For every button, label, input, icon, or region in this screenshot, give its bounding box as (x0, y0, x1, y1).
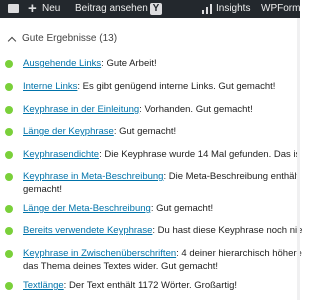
result-text: Keyphrase in Meta-Beschreibung: Die Meta… (23, 171, 299, 184)
new-button[interactable]: Neu (42, 0, 60, 18)
result-text: Keyphrasendichte: Die Keyphrase wurde 14… (23, 149, 300, 162)
result-link[interactable]: Keyphrase in Meta-Beschreibung (23, 171, 163, 182)
good-status-icon (5, 205, 13, 213)
result-link[interactable]: Keyphrase in Zwischenüberschriften (23, 248, 176, 259)
result-description-continued: gemacht! (23, 183, 63, 195)
good-status-icon (5, 60, 13, 68)
result-text: Länge der Keyphrase: Gut gemacht! (23, 126, 176, 139)
result-text: Länge der Meta-Beschreibung: Gut gemacht… (23, 203, 213, 216)
result-text: Keyphrase in Zwischenüberschriften: 4 de… (23, 248, 302, 261)
yoast-icon[interactable]: Y (150, 3, 162, 15)
result-link[interactable]: Textlänge (23, 280, 64, 291)
result-description: : Die Keyphrase wurde 14 Mal gefunden. D… (99, 149, 301, 160)
result-text: Bereits verwendete Keyphrase: Du hast di… (23, 225, 302, 238)
result-link[interactable]: Bereits verwendete Keyphrase (23, 225, 152, 236)
result-description: : Gute Arbeit! (101, 58, 157, 69)
good-status-icon (5, 83, 13, 91)
result-description: : Gut gemacht! (150, 203, 214, 214)
good-status-icon (5, 173, 13, 181)
result-description: : 4 deiner hierarchisch höhere (176, 248, 302, 259)
result-text: Ausgehende Links: Gute Arbeit! (23, 58, 157, 71)
good-status-icon (5, 151, 13, 159)
result-text: Interne Links: Es gibt genügend interne … (23, 81, 275, 94)
result-description: : Vorhanden. Gut gemacht! (139, 104, 253, 115)
section-title: Gute Ergebnisse (13) (22, 33, 118, 44)
result-link[interactable]: Länge der Meta-Beschreibung (23, 203, 151, 214)
plus-icon[interactable]: + (28, 0, 38, 18)
result-description: : Die Meta-Beschreibung enthält (163, 171, 300, 182)
good-status-icon (5, 106, 13, 114)
comment-icon[interactable] (8, 4, 19, 13)
admin-bar: + Neu Beitrag ansehen Y Insights WPForms (0, 0, 300, 18)
result-description: : Es gibt genügend interne Links. Gut ge… (77, 81, 276, 92)
chevron-up-icon (7, 36, 17, 46)
good-status-icon (5, 227, 13, 235)
good-status-icon (5, 250, 13, 258)
result-link[interactable]: Interne Links (23, 81, 77, 92)
view-post-button[interactable]: Beitrag ansehen (75, 0, 148, 18)
result-description-continued: das Thema deines Textes wider. Gut gemac… (23, 260, 219, 272)
result-link[interactable]: Keyphrase in der Einleitung (23, 104, 139, 115)
panel-scroll-edge (297, 18, 300, 300)
result-text: Textlänge: Der Text enthält 1172 Wörter.… (23, 280, 237, 293)
result-description: : Der Text enthält 1172 Wörter. Großarti… (63, 280, 238, 291)
result-description: : Gut gemacht! (113, 126, 177, 137)
result-description: : Du hast diese Keyphrase noch nie (152, 225, 303, 236)
good-status-icon (5, 128, 13, 136)
result-text: Keyphrase in der Einleitung: Vorhanden. … (23, 104, 253, 117)
good-status-icon (5, 282, 13, 290)
insights-icon[interactable] (202, 4, 212, 14)
insights-button[interactable]: Insights (216, 0, 250, 18)
result-link[interactable]: Länge der Keyphrase (23, 126, 114, 137)
result-link[interactable]: Keyphrasendichte (23, 149, 99, 160)
result-link[interactable]: Ausgehende Links (23, 58, 101, 69)
wpforms-button[interactable]: WPForms (261, 0, 300, 18)
